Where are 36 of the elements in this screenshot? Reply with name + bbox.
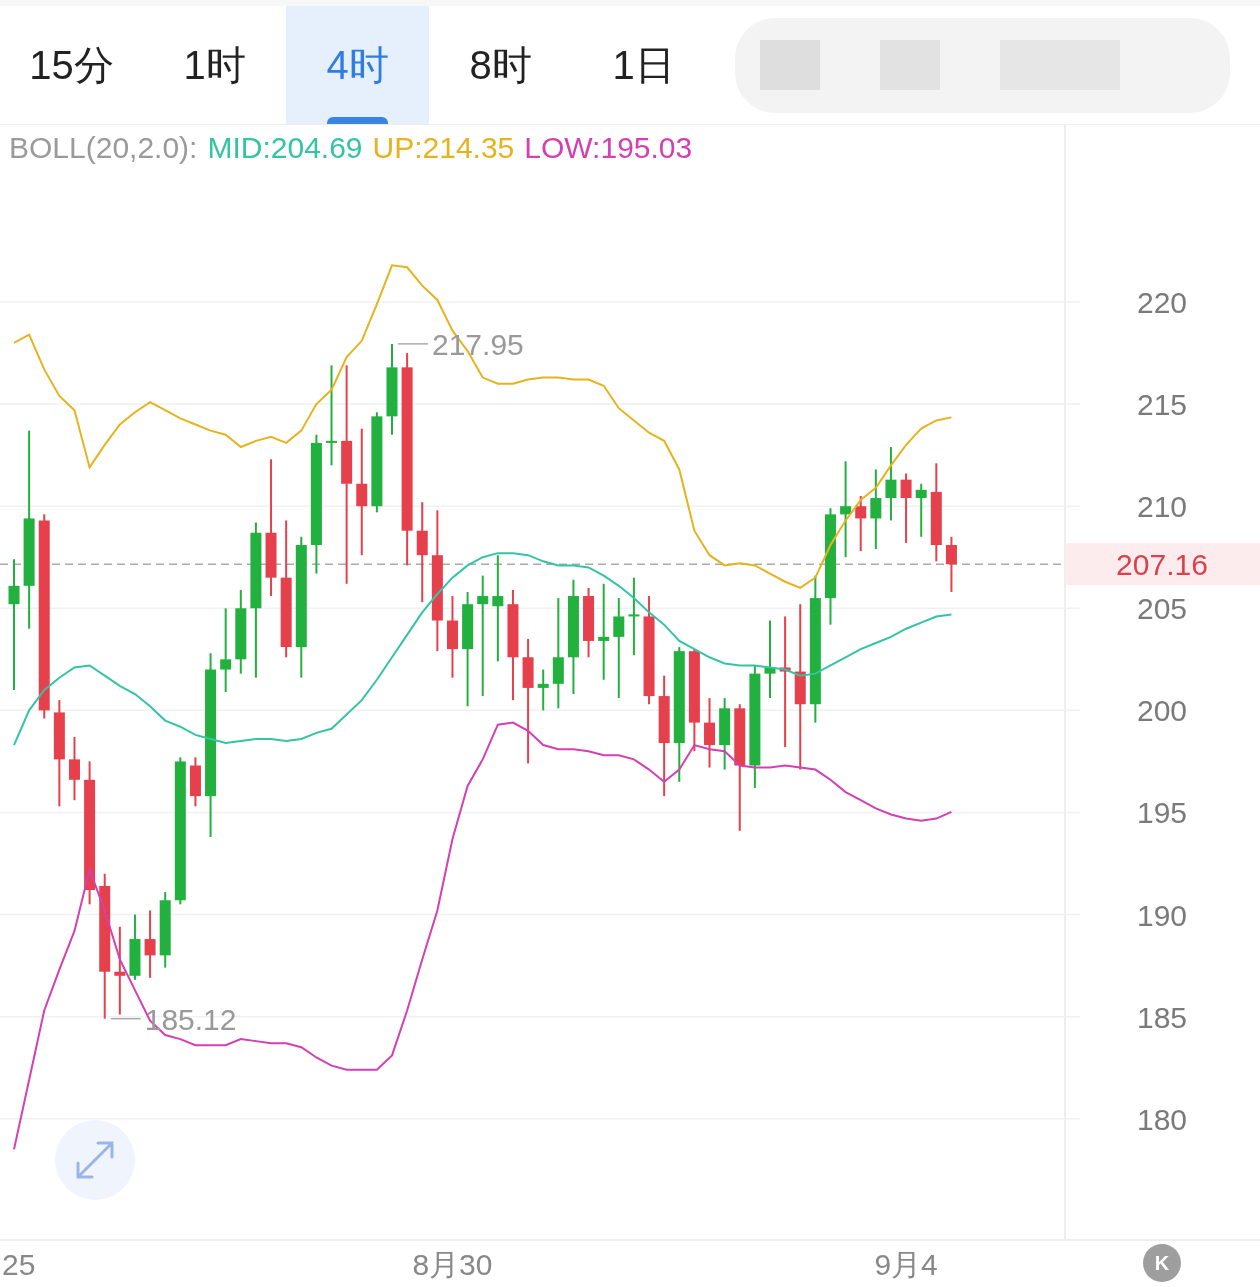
y-axis-label: 205 [1136,592,1188,626]
candlestick [915,482,927,538]
candlestick [144,909,156,979]
indicator-value: UP:214.35 [372,130,515,166]
current-price-label: 207.16 [1116,548,1208,582]
y-axis-label: 190 [1136,898,1188,932]
indicator-value: MID:204.69 [207,130,363,166]
candlestick [704,697,715,769]
timeframe-tab[interactable]: 15分 [0,6,143,124]
timeframe-tab[interactable]: 4时 [286,6,429,124]
candlestick [945,535,957,593]
expand-button[interactable] [55,1120,135,1200]
timeframe-tab[interactable]: 8时 [429,6,572,124]
y-axis-label: 215 [1136,388,1188,422]
leader-line [397,343,429,345]
candlestick [537,668,549,712]
y-axis-label: 220 [1136,286,1188,319]
candlestick [69,735,80,802]
y-axis-label: 210 [1136,490,1188,524]
corner-button-circle [1143,1244,1181,1282]
x-axis-label: 8月30 [412,1248,493,1281]
indicator-value: LOW:195.03 [524,130,693,166]
candlestick [900,472,912,544]
x-axis-label: 9月4 [874,1248,938,1281]
candlestick [129,913,141,981]
y-axis-label: 185 [1136,1000,1188,1034]
y-axis-label: 180 [1136,1102,1188,1136]
y-axis-label: 195 [1136,796,1188,830]
timeframe-tab[interactable]: 1时 [143,6,286,124]
x-axis-label: 25 [2,1248,36,1281]
candlestick [855,495,867,553]
timeframe-tab[interactable]: 1日 [572,6,715,124]
leader-line [109,1017,142,1020]
candlestick [189,756,201,808]
indicator-label: BOLL(20,2.0): [9,130,198,166]
y-axis-label: 200 [1136,694,1188,728]
